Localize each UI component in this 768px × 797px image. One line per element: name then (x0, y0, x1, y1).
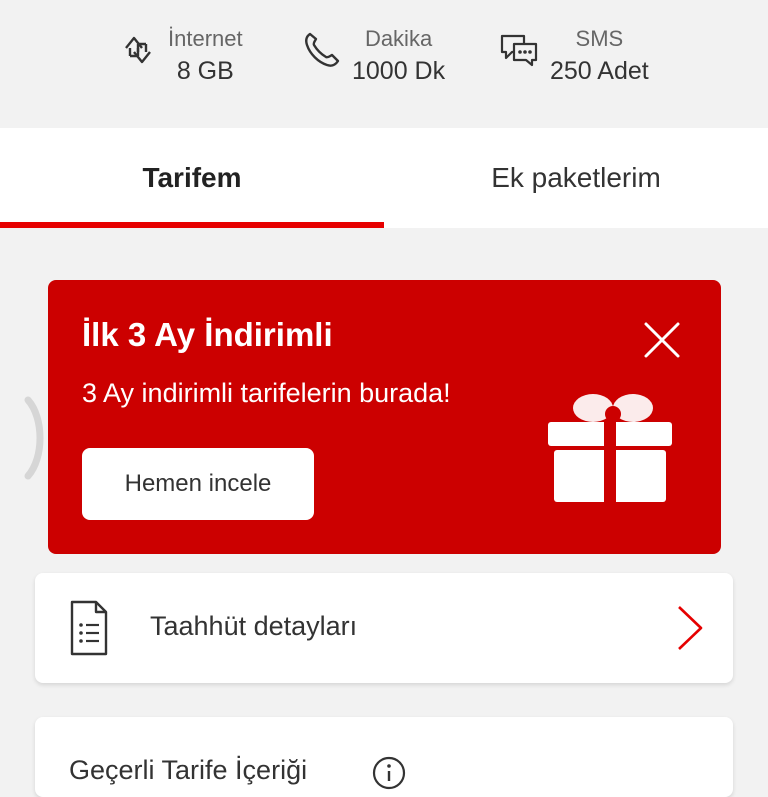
document-icon (70, 600, 108, 656)
usage-minutes: Dakika 1000 Dk (300, 24, 445, 88)
tariff-content-label: Geçerli Tarife İçeriği (69, 755, 308, 785)
usage-internet-label: İnternet (168, 26, 243, 51)
usage-internet: İnternet 8 GB (116, 24, 243, 88)
usage-summary: İnternet 8 GB Dakika 1000 Dk SMS 250 Ade… (0, 0, 768, 128)
chat-bubbles-icon (500, 34, 538, 67)
chevron-right-icon (678, 606, 703, 650)
usage-minutes-value: 1000 Dk (352, 57, 446, 85)
tariff-content-card: Geçerli Tarife İçeriği (35, 717, 733, 797)
promo-cta-button[interactable]: Hemen incele (82, 448, 314, 520)
commitment-details-label: Taahhüt detayları (150, 611, 358, 641)
commitment-details-row[interactable]: Taahhüt detayları (35, 573, 733, 683)
promo-subtitle: 3 Ay indirimli tarifelerin burada! (82, 378, 451, 408)
tab-ek-paketlerim[interactable]: Ek paketlerim (384, 128, 768, 228)
usage-sms-value: 250 Adet (550, 57, 649, 85)
tab-tarifem[interactable]: Tarifem (0, 128, 384, 228)
usage-minutes-label: Dakika (364, 26, 433, 51)
side-drawer-handle[interactable] (22, 396, 46, 480)
usage-sms-label: SMS (575, 26, 624, 51)
tab-bar: Tarifem Ek paketlerim (0, 128, 768, 228)
promo-title: İlk 3 Ay İndirimli (82, 316, 333, 353)
info-icon[interactable] (371, 755, 407, 791)
gift-icon (548, 394, 672, 502)
usage-internet-value: 8 GB (176, 57, 234, 85)
usage-sms: SMS 250 Adet (498, 24, 649, 88)
data-transfer-icon (125, 36, 151, 64)
phone-icon (305, 32, 340, 67)
close-icon[interactable] (642, 320, 682, 360)
promo-banner: İlk 3 Ay İndirimli 3 Ay indirimli tarife… (48, 280, 721, 554)
